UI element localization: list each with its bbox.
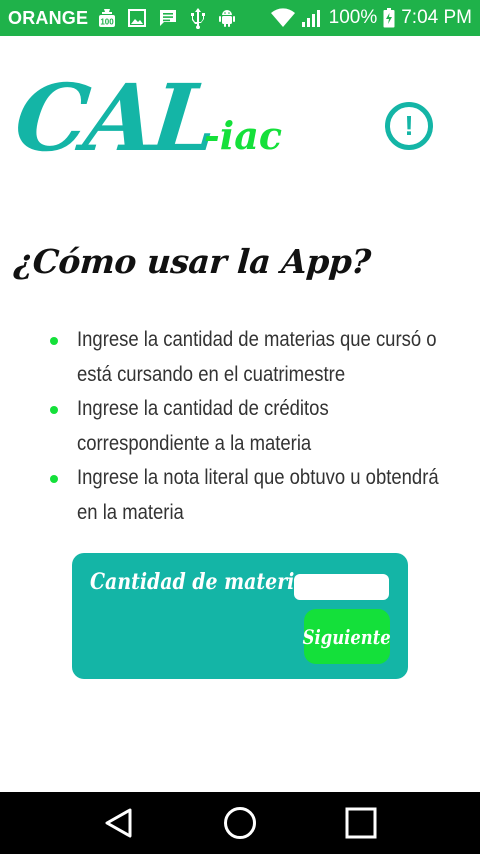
instruction-text: Ingrese la cantidad de materias que curs… xyxy=(77,328,437,386)
clock: 7:04 PM xyxy=(401,7,472,28)
battery-charging-icon xyxy=(383,8,395,28)
subject-count-label: Cantidad de materias: xyxy=(90,569,325,595)
svg-text:100: 100 xyxy=(101,18,115,27)
carrier-name: ORANGE xyxy=(8,7,89,28)
logo-main-text: CAL xyxy=(10,64,219,172)
notification-icons: 100 xyxy=(98,7,236,29)
recent-apps-icon[interactable] xyxy=(337,799,385,847)
instruction-item: Ingrese la nota literal que obtuvo u obt… xyxy=(48,461,458,530)
instruction-text: Ingrese la nota literal que obtuvo u obt… xyxy=(77,466,439,524)
next-button-label: Siguiente xyxy=(302,624,392,649)
subject-count-card: Cantidad de materias: Siguiente xyxy=(72,553,408,679)
android-icon xyxy=(218,8,236,28)
battery-percent: 100% xyxy=(328,7,378,28)
info-icon[interactable]: ! xyxy=(385,102,433,150)
instruction-item: Ingrese la cantidad de créditos correspo… xyxy=(48,392,458,461)
navigation-bar xyxy=(0,792,480,854)
back-icon[interactable] xyxy=(95,799,143,847)
subject-count-input[interactable] xyxy=(294,574,389,600)
bullet-icon xyxy=(50,406,58,414)
instruction-item: Ingrese la cantidad de materias que curs… xyxy=(48,323,458,392)
instruction-list: Ingrese la cantidad de materias que curs… xyxy=(48,323,458,530)
bullet-icon xyxy=(50,475,58,483)
message-icon xyxy=(158,8,178,28)
image-icon xyxy=(128,9,147,27)
signal-icon xyxy=(301,8,323,28)
instruction-text: Ingrese la cantidad de créditos correspo… xyxy=(77,397,329,455)
system-status: 100% 7:04 PM xyxy=(270,7,472,29)
bullet-icon xyxy=(50,337,58,345)
page-title: ¿Cómo usar la App? xyxy=(12,242,372,281)
app-logo: CAL -iac xyxy=(10,58,286,188)
logo-suffix-text: -iac xyxy=(204,113,282,158)
100-badge-icon: 100 xyxy=(98,8,116,28)
status-bar: ORANGE 100 100% 7:04 PM xyxy=(0,0,480,36)
next-button[interactable]: Siguiente xyxy=(302,609,392,664)
home-icon[interactable] xyxy=(216,799,264,847)
wifi-icon xyxy=(270,8,295,28)
usb-icon xyxy=(190,7,206,29)
